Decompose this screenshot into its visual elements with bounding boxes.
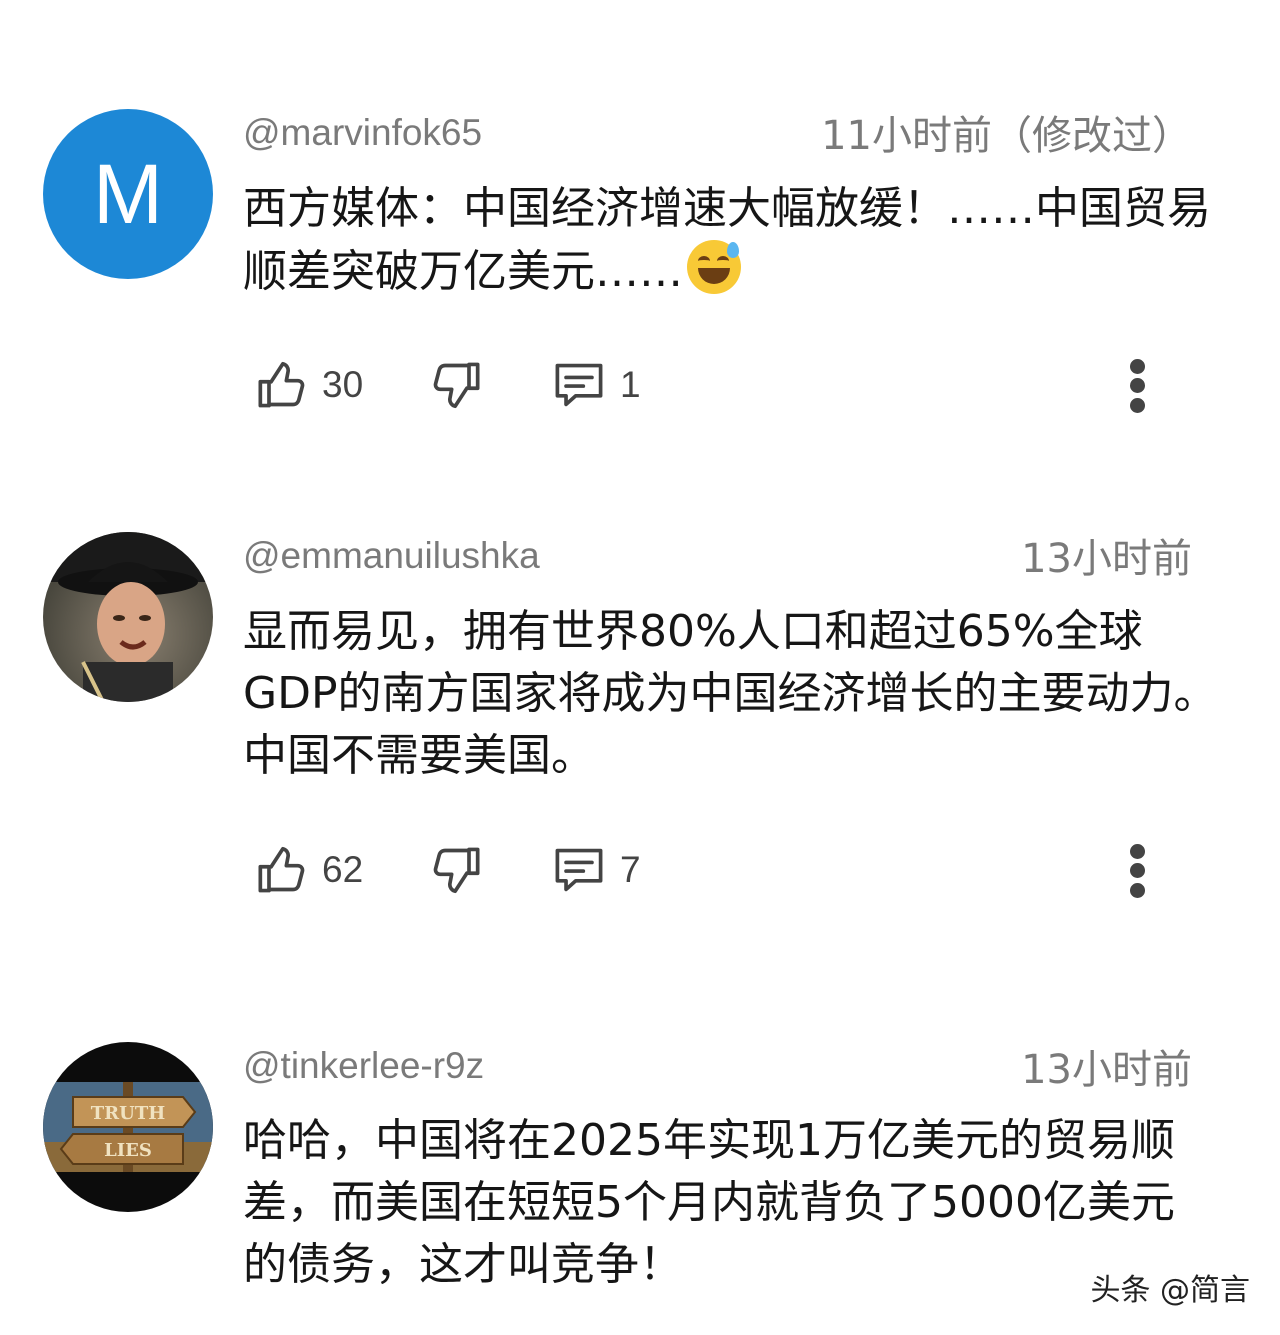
thumbs-up-icon xyxy=(258,846,305,893)
comment-author-handle[interactable]: @emmanuilushka xyxy=(243,537,540,574)
like-button[interactable]: 30 xyxy=(256,355,363,415)
like-button[interactable]: 62 xyxy=(256,840,363,900)
comment-text: 哈哈，中国将在2025年实现1万亿美元的贸易顺差，而美国在短短5个月内就背负了5… xyxy=(243,1115,1175,1290)
comment-actions: 30 1 xyxy=(0,355,1280,415)
comment-timestamp: 11小时前（修改过） xyxy=(821,113,1192,159)
avatar[interactable]: TRUTH LIES xyxy=(43,1042,213,1212)
comment-text: 西方媒体：中国经济增速大幅放缓！……中国贸易顺差突破万亿美元…… xyxy=(243,178,1218,303)
more-options-icon[interactable] xyxy=(1126,840,1150,900)
comment-actions: 62 7 xyxy=(0,840,1280,900)
avatar-photo xyxy=(43,532,213,702)
avatar-photo: TRUTH LIES xyxy=(43,1042,213,1212)
like-count: 62 xyxy=(322,849,364,890)
dislike-button[interactable] xyxy=(430,840,482,900)
comment-timestamp: 13小时前 xyxy=(1021,1047,1192,1093)
thumbs-down-icon xyxy=(433,362,480,409)
watermark: 头条 @简言 xyxy=(1090,1273,1250,1308)
comment-author-handle[interactable]: @marvinfok65 xyxy=(243,114,482,151)
sign-truth-label: TRUTH xyxy=(91,1103,165,1124)
thumbs-up-icon xyxy=(258,361,305,408)
comment-timestamp: 13小时前 xyxy=(1021,536,1192,582)
reply-button[interactable]: 7 xyxy=(552,840,641,900)
comment-bubble-icon xyxy=(555,363,603,407)
like-count: 30 xyxy=(322,364,364,405)
grinning-sweat-emoji-icon xyxy=(687,240,741,294)
comment-text: 显而易见，拥有世界80%人口和超过65%全球GDP的南方国家将成为中国经济增长的… xyxy=(243,606,1218,781)
comment-author-handle[interactable]: @tinkerlee-r9z xyxy=(243,1047,484,1084)
dislike-button[interactable] xyxy=(430,355,482,415)
reply-count: 7 xyxy=(620,849,641,890)
avatar[interactable] xyxy=(43,532,213,702)
reply-button[interactable]: 1 xyxy=(552,355,641,415)
avatar-letter: M xyxy=(93,146,163,241)
reply-count: 1 xyxy=(620,364,641,405)
comment-bubble-icon xyxy=(555,848,603,892)
more-options-icon[interactable] xyxy=(1126,355,1150,415)
avatar[interactable]: M xyxy=(43,109,213,279)
thumbs-down-icon xyxy=(433,847,480,894)
sign-lies-label: LIES xyxy=(104,1140,152,1161)
